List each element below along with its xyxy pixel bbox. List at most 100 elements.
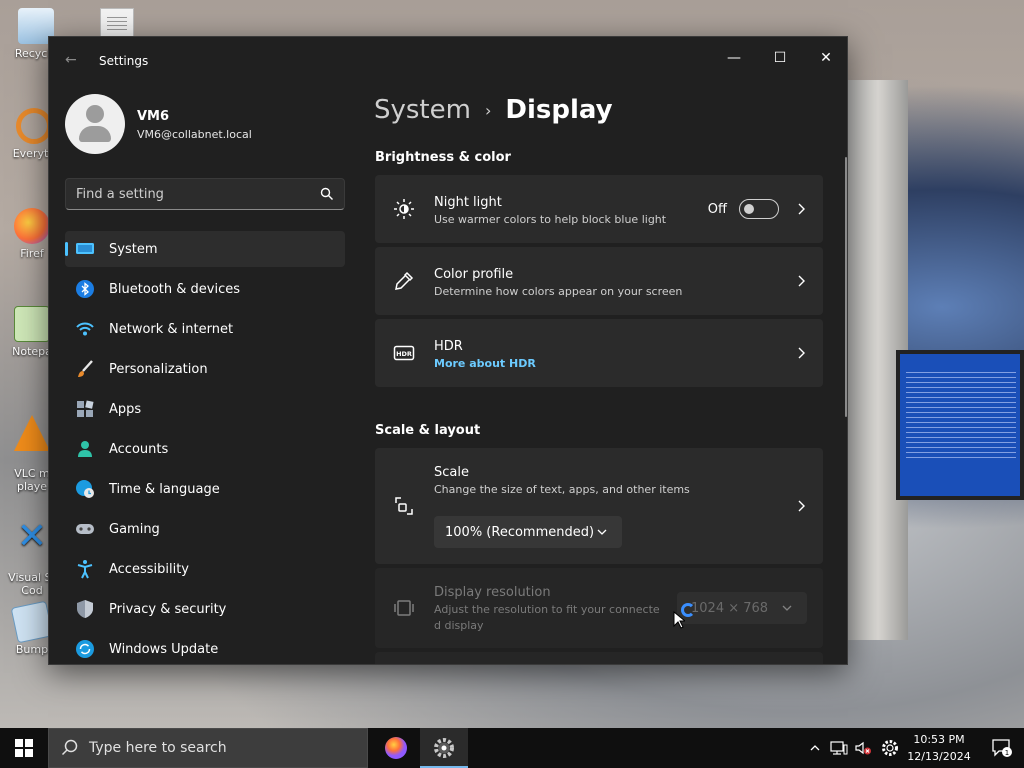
wifi-icon: [75, 319, 95, 339]
scale-title: Scale: [434, 465, 469, 480]
svg-text:HDR: HDR: [396, 350, 412, 358]
window-title: Settings: [99, 54, 149, 68]
title-bar[interactable]: ← Settings — ☐ ✕: [49, 37, 847, 85]
night-light-toggle-state: Off: [707, 202, 727, 217]
hdr-card[interactable]: HDR HDR More about HDR: [375, 319, 823, 387]
more-about-hdr-link[interactable]: More about HDR: [434, 357, 536, 370]
desktop-wallpaper-monitor: [896, 350, 1024, 500]
color-profile-title: Color profile: [434, 267, 514, 282]
taskbar-firefox[interactable]: [372, 728, 420, 768]
section-title-scale-layout: Scale & layout: [375, 423, 481, 438]
breadcrumb-parent[interactable]: System: [374, 95, 471, 125]
chevron-right-icon[interactable]: [795, 203, 807, 215]
apps-icon: [75, 399, 95, 419]
network-icon[interactable]: [828, 728, 850, 768]
notepad-icon: [14, 306, 50, 342]
volume-muted-icon[interactable]: [852, 728, 874, 768]
tray-overflow-chevron-up-icon[interactable]: [806, 728, 824, 768]
firefox-icon: [385, 737, 407, 759]
next-setting-card[interactable]: [375, 652, 823, 664]
scale-dropdown[interactable]: 100% (Recommended): [434, 516, 622, 548]
notification-center-button[interactable]: 1: [980, 728, 1024, 768]
taskbar-search-box[interactable]: Type here to search: [48, 728, 368, 768]
mouse-pointer-icon: [673, 611, 685, 629]
sidebar-item-label: Apps: [109, 401, 142, 417]
sidebar-item-label: Network & internet: [109, 321, 234, 337]
breadcrumb: System › Display: [374, 95, 613, 125]
profile-email: VM6@collabnet.local: [137, 128, 252, 141]
chevron-right-icon[interactable]: [795, 347, 807, 359]
sidebar-item-label: Time & language: [109, 481, 220, 497]
hdr-title: HDR: [434, 339, 463, 354]
avatar[interactable]: [65, 94, 125, 154]
scale-subtitle: Change the size of text, apps, and other…: [434, 483, 690, 496]
sidebar-item-privacy-security[interactable]: Privacy & security: [65, 591, 345, 627]
resolution-dropdown-value: 1024 × 768: [691, 600, 769, 616]
sidebar-item-system[interactable]: System: [65, 231, 345, 267]
profile-name: VM6: [137, 109, 170, 124]
sidebar-item-apps[interactable]: Apps: [65, 391, 345, 427]
scrollbar[interactable]: [845, 157, 847, 417]
find-setting-search[interactable]: [65, 178, 345, 210]
sidebar-item-windows-update[interactable]: Windows Update: [65, 631, 345, 664]
sidebar-item-gaming[interactable]: Gaming: [65, 511, 345, 547]
gear-icon: [434, 738, 454, 758]
chevron-down-icon: [597, 529, 607, 535]
display-resolution-subtitle-line1: Adjust the resolution to fit your connec…: [434, 603, 660, 616]
search-icon[interactable]: [320, 187, 334, 201]
sidebar-item-label: Personalization: [109, 361, 208, 377]
brush-icon: [75, 359, 95, 379]
sidebar-nav: System Bluetooth & devices Network & int…: [65, 231, 345, 664]
night-light-subtitle: Use warmer colors to help block blue lig…: [434, 213, 667, 226]
bump-icon: [10, 600, 54, 644]
windows-logo-icon: [15, 739, 33, 757]
sidebar-item-time-language[interactable]: Time & language: [65, 471, 345, 507]
chevron-right-icon[interactable]: [795, 500, 807, 512]
gamepad-icon: [75, 519, 95, 539]
scale-dropdown-value: 100% (Recommended): [445, 524, 595, 540]
scale-card[interactable]: Scale Change the size of text, apps, and…: [375, 448, 823, 564]
clock-date: 12/13/2024: [907, 750, 971, 763]
sidebar-item-label: Gaming: [109, 521, 160, 537]
bluetooth-icon: [75, 279, 95, 299]
sidebar-item-label: Accounts: [109, 441, 169, 457]
night-light-card[interactable]: Night light Use warmer colors to help bl…: [375, 175, 823, 243]
sidebar-item-accessibility[interactable]: Accessibility: [65, 551, 345, 587]
color-profile-subtitle: Determine how colors appear on your scre…: [434, 285, 683, 298]
minimize-button[interactable]: —: [711, 43, 757, 73]
taskbar-settings[interactable]: [420, 728, 468, 768]
accessibility-icon: [75, 559, 95, 579]
sidebar-item-label: Accessibility: [109, 561, 189, 577]
sidebar-item-accounts[interactable]: Accounts: [65, 431, 345, 467]
eyedropper-icon: [393, 270, 415, 292]
settings-gear-tray-icon[interactable]: [878, 728, 902, 768]
start-button[interactable]: [0, 728, 48, 768]
notification-count: 1: [1005, 749, 1009, 757]
maximize-button[interactable]: ☐: [757, 43, 803, 73]
chevron-right-icon[interactable]: [795, 275, 807, 287]
notification-icon: 1: [992, 739, 1012, 757]
night-light-toggle[interactable]: [739, 199, 779, 219]
sidebar-item-personalization[interactable]: Personalization: [65, 351, 345, 387]
display-resolution-card: Display resolution Adjust the resolution…: [375, 568, 823, 648]
shield-icon: [75, 599, 95, 619]
sidebar-item-bluetooth[interactable]: Bluetooth & devices: [65, 271, 345, 307]
sidebar-item-label: Privacy & security: [109, 601, 227, 617]
back-arrow-icon[interactable]: ←: [65, 52, 81, 68]
settings-window: ← Settings — ☐ ✕ VM6 VM6@collabnet.local…: [48, 36, 848, 665]
resolution-icon: [393, 597, 415, 619]
sidebar-item-network[interactable]: Network & internet: [65, 311, 345, 347]
chevron-down-icon: [782, 605, 792, 611]
sidebar-item-label: Bluetooth & devices: [109, 281, 240, 297]
night-light-title: Night light: [434, 195, 502, 210]
globe-clock-icon: [75, 479, 95, 499]
vlc-cone-icon: [14, 415, 50, 451]
vscode-icon: ✕: [16, 516, 48, 557]
close-button[interactable]: ✕: [803, 43, 847, 73]
page-title: Display: [505, 95, 613, 125]
brightness-sun-icon: [393, 198, 415, 220]
taskbar-clock[interactable]: 10:53 PM 12/13/2024: [904, 731, 974, 765]
search-input[interactable]: [66, 179, 344, 209]
update-icon: [75, 639, 95, 659]
color-profile-card[interactable]: Color profile Determine how colors appea…: [375, 247, 823, 315]
